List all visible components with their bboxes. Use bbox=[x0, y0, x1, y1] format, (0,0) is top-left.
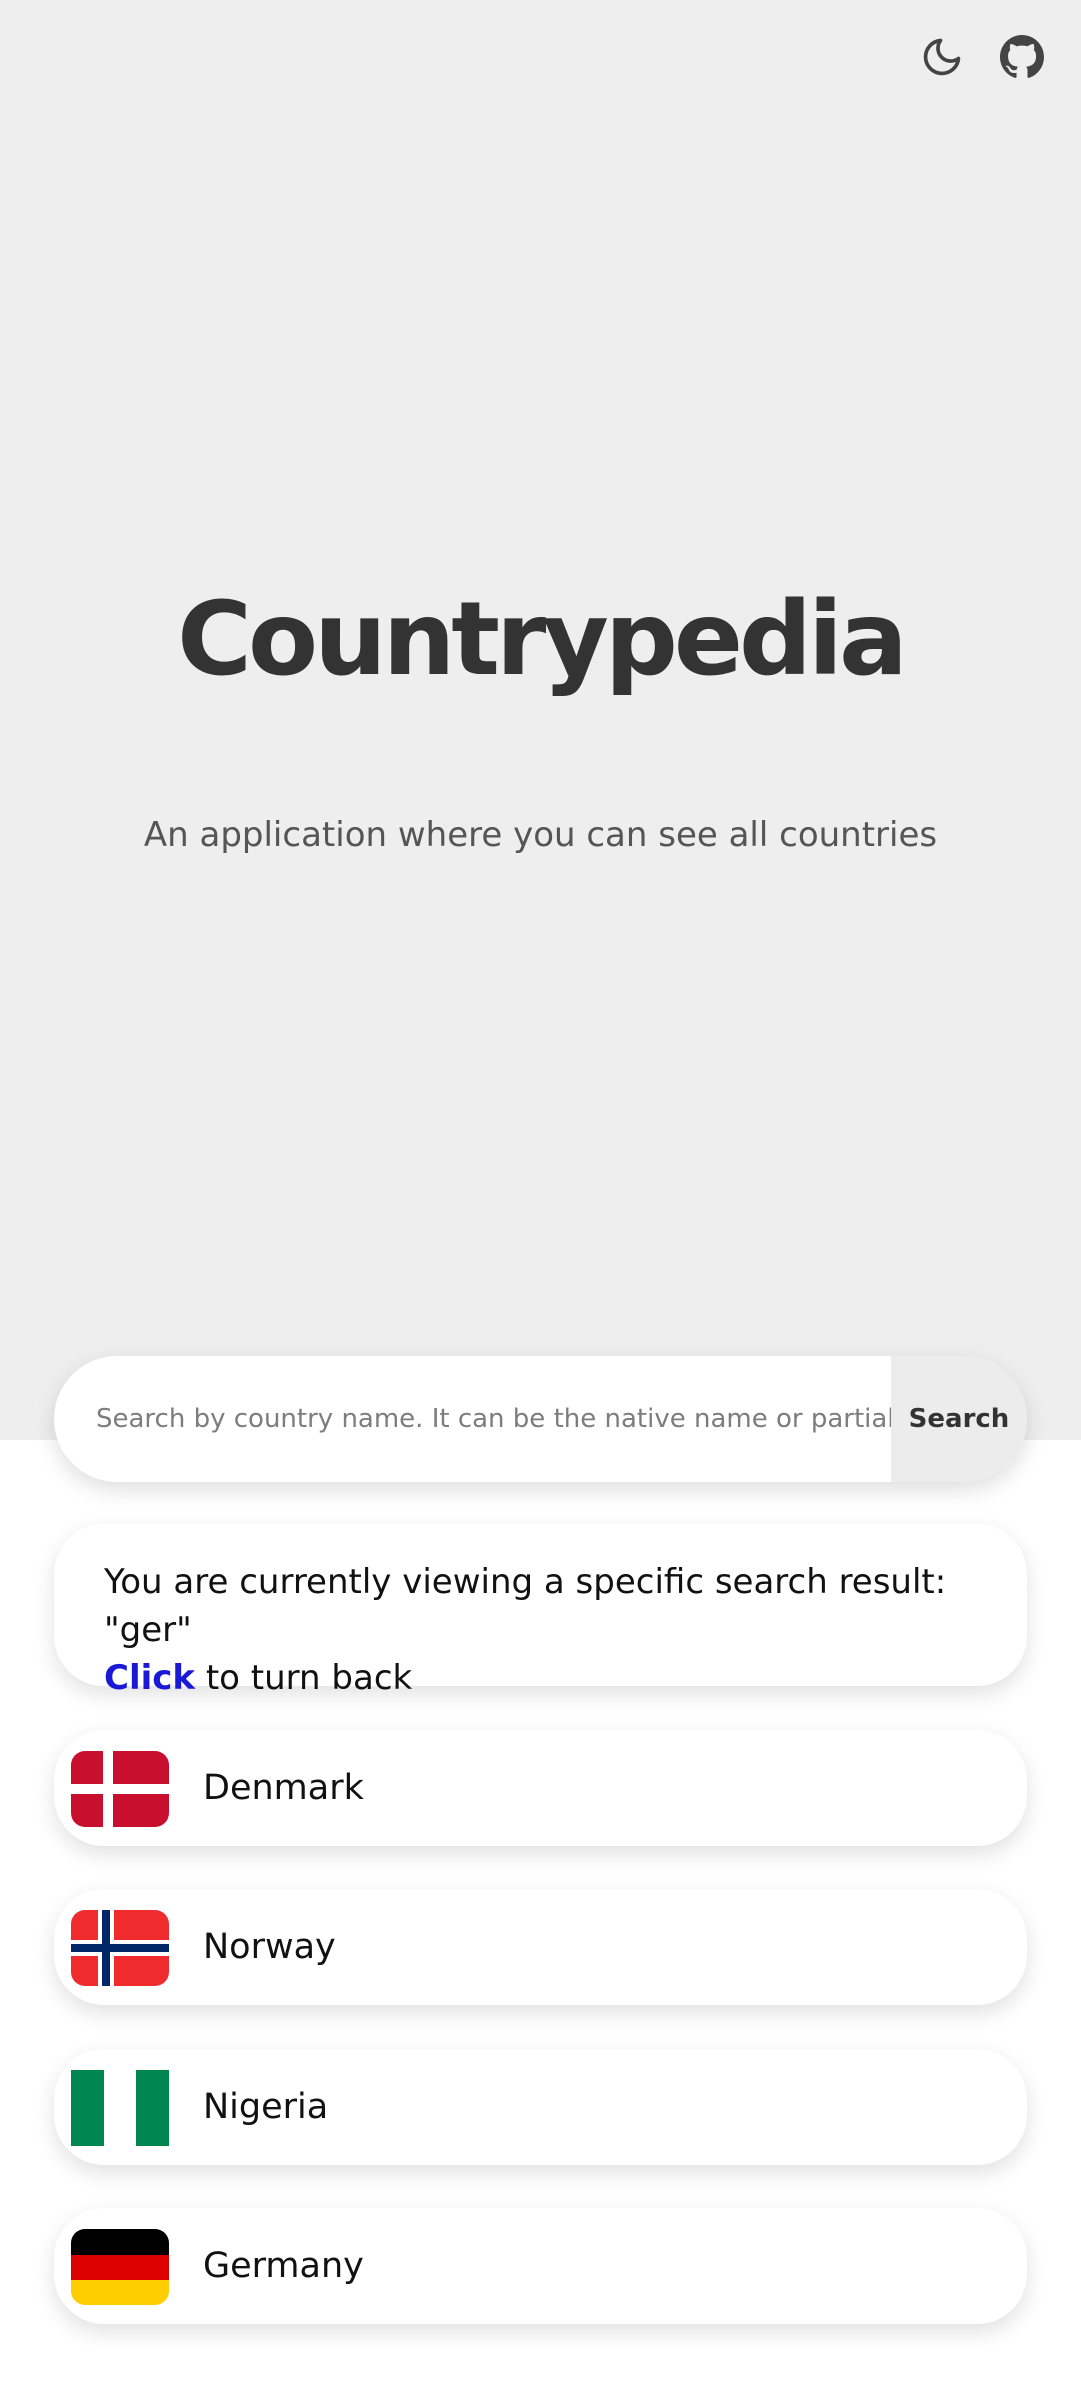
notice-action-line: Click to turn back bbox=[104, 1654, 977, 1702]
github-icon[interactable] bbox=[993, 28, 1051, 86]
country-item-nigeria[interactable]: Nigeria bbox=[54, 2049, 1027, 2165]
moon-icon[interactable] bbox=[913, 28, 971, 86]
search-input[interactable] bbox=[54, 1356, 891, 1482]
country-name: Norway bbox=[203, 1927, 336, 1967]
search-button[interactable]: Search bbox=[891, 1356, 1027, 1482]
norway-flag bbox=[71, 1910, 169, 1986]
germany-flag bbox=[71, 2229, 169, 2305]
country-name: Germany bbox=[203, 2246, 364, 2286]
search-result-notice: You are currently viewing a specific sea… bbox=[54, 1524, 1027, 1698]
country-item-norway[interactable]: Norway bbox=[54, 1889, 1027, 2005]
denmark-flag bbox=[71, 1751, 169, 1827]
notice-link-suffix: to turn back bbox=[195, 1658, 413, 1698]
country-item-germany[interactable]: Germany bbox=[54, 2208, 1027, 2324]
country-name: Denmark bbox=[203, 1768, 364, 1808]
hero-section: Countrypedia An application where you ca… bbox=[0, 0, 1081, 1440]
header-actions bbox=[913, 28, 1051, 86]
search-bar: Search bbox=[54, 1356, 1027, 1482]
page-subtitle: An application where you can see all cou… bbox=[143, 815, 938, 855]
country-name: Nigeria bbox=[203, 2087, 329, 2127]
country-item-denmark[interactable]: Denmark bbox=[54, 1730, 1027, 1846]
turn-back-link[interactable]: Click bbox=[104, 1658, 195, 1698]
notice-text: You are currently viewing a specific sea… bbox=[104, 1562, 947, 1650]
nigeria-flag bbox=[71, 2070, 169, 2146]
page-title: Countrypedia bbox=[177, 580, 908, 699]
